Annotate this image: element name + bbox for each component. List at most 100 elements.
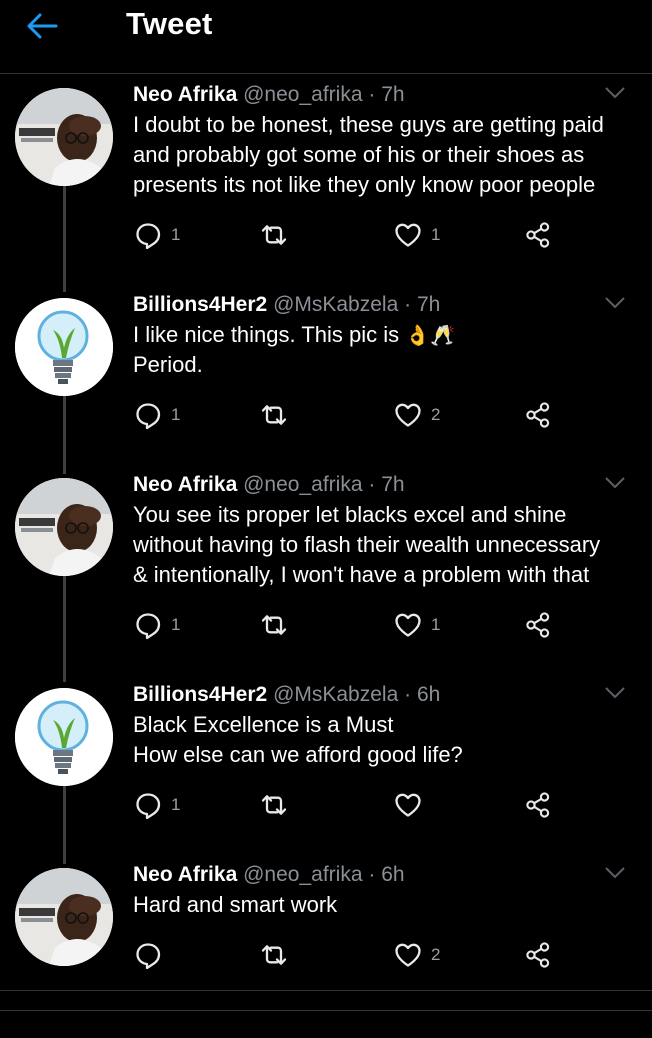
- heart-icon: [393, 610, 423, 640]
- separator-dot: ·: [368, 473, 376, 496]
- divider: [0, 990, 652, 991]
- retweet-button[interactable]: [259, 788, 289, 822]
- reply-button[interactable]: [133, 938, 171, 972]
- heart-icon: [393, 790, 423, 820]
- separator-dot: ·: [404, 293, 412, 316]
- reply-button[interactable]: 1: [133, 398, 180, 432]
- action-bar: 1 1: [133, 608, 633, 642]
- user-handle[interactable]: @neo_afrika: [243, 473, 362, 496]
- action-bar: 1: [133, 788, 633, 822]
- user-handle[interactable]: @MsKabzela: [273, 683, 398, 706]
- tweet-text: I like nice things. This pic is 👌🥂: [133, 320, 633, 350]
- separator-dot: ·: [368, 83, 376, 106]
- reply-button[interactable]: 1: [133, 788, 180, 822]
- action-bar: 1 1: [133, 218, 633, 252]
- page-title: Tweet: [126, 6, 213, 41]
- retweet-icon: [259, 400, 289, 430]
- tweet-meta: Neo Afrika @neo_afrika · 6h: [133, 860, 633, 890]
- tweet-content: Billions4Her2 @MsKabzela · 6h Black Exce…: [133, 680, 633, 770]
- tweet-content: Neo Afrika @neo_afrika · 6h Hard and sma…: [133, 860, 633, 920]
- tweet-content: Billions4Her2 @MsKabzela · 7h I like nic…: [133, 290, 633, 380]
- retweet-button[interactable]: [259, 398, 289, 432]
- timestamp: 7h: [381, 83, 405, 106]
- tweet-text-line: Period.: [133, 352, 203, 377]
- timestamp: 6h: [416, 683, 441, 706]
- tweet-meta: Neo Afrika @neo_afrika · 7h: [133, 80, 633, 110]
- reply-icon: [133, 940, 163, 970]
- chevron-down-icon[interactable]: [604, 686, 626, 700]
- back-arrow-icon[interactable]: [22, 6, 62, 46]
- share-button[interactable]: [523, 938, 553, 972]
- tweet[interactable]: Neo Afrika @neo_afrika · 7h I doubt to b…: [0, 80, 652, 280]
- timestamp: 6h: [381, 863, 405, 886]
- display-name[interactable]: Billions4Her2: [133, 683, 267, 706]
- reply-composer-bar[interactable]: [0, 1010, 652, 1038]
- heart-icon: [393, 940, 423, 970]
- share-button[interactable]: [523, 788, 553, 822]
- tweet-meta: Billions4Her2 @MsKabzela · 7h: [133, 290, 633, 320]
- reply-count: 1: [171, 405, 181, 424]
- like-button[interactable]: 1: [393, 608, 440, 642]
- chevron-down-icon[interactable]: [604, 866, 626, 880]
- tweet-content: Neo Afrika @neo_afrika · 7h You see its …: [133, 470, 633, 590]
- reply-icon: [133, 790, 163, 820]
- top-app-bar: Tweet: [0, 0, 652, 74]
- share-button[interactable]: [523, 398, 553, 432]
- avatar[interactable]: [15, 298, 113, 396]
- like-button[interactable]: 1: [393, 218, 440, 252]
- avatar[interactable]: [15, 478, 113, 576]
- heart-icon: [393, 220, 423, 250]
- chevron-down-icon[interactable]: [604, 296, 626, 310]
- retweet-icon: [259, 610, 289, 640]
- retweet-icon: [259, 940, 289, 970]
- reply-count: 1: [171, 225, 181, 244]
- retweet-button[interactable]: [259, 218, 289, 252]
- tweet-content: Neo Afrika @neo_afrika · 7h I doubt to b…: [133, 80, 633, 200]
- like-count: 1: [431, 225, 441, 244]
- tweet[interactable]: Billions4Her2 @MsKabzela · 6h Black Exce…: [0, 680, 652, 860]
- reply-icon: [133, 400, 163, 430]
- action-bar: 1 2: [133, 398, 633, 432]
- avatar[interactable]: [15, 868, 113, 966]
- separator-dot: ·: [368, 863, 376, 886]
- user-handle[interactable]: @neo_afrika: [243, 83, 362, 106]
- reply-button[interactable]: 1: [133, 608, 180, 642]
- timestamp: 7h: [381, 473, 405, 496]
- like-button[interactable]: 2: [393, 938, 440, 972]
- share-icon: [523, 400, 553, 430]
- retweet-button[interactable]: [259, 938, 289, 972]
- tweet-text: Hard and smart work: [133, 892, 338, 917]
- retweet-icon: [259, 220, 289, 250]
- tweet-text: You see its proper let blacks excel and …: [133, 502, 601, 587]
- display-name[interactable]: Neo Afrika: [133, 473, 237, 496]
- user-handle[interactable]: @neo_afrika: [243, 863, 362, 886]
- tweet[interactable]: Neo Afrika @neo_afrika · 7h You see its …: [0, 470, 652, 670]
- share-icon: [523, 940, 553, 970]
- separator-dot: ·: [404, 683, 412, 706]
- avatar[interactable]: [15, 688, 113, 786]
- action-bar: 2: [133, 938, 633, 972]
- like-count: 2: [431, 405, 441, 424]
- avatar[interactable]: [15, 88, 113, 186]
- share-button[interactable]: [523, 218, 553, 252]
- like-button[interactable]: 2: [393, 398, 440, 432]
- tweet[interactable]: Billions4Her2 @MsKabzela · 7h I like nic…: [0, 290, 652, 470]
- share-icon: [523, 220, 553, 250]
- display-name[interactable]: Billions4Her2: [133, 293, 267, 316]
- tweet-text-line: I like nice things. This pic is: [133, 322, 400, 347]
- user-handle[interactable]: @MsKabzela: [273, 293, 398, 316]
- like-button[interactable]: [393, 788, 431, 822]
- reply-icon: [133, 610, 163, 640]
- display-name[interactable]: Neo Afrika: [133, 863, 237, 886]
- chevron-down-icon[interactable]: [604, 86, 626, 100]
- retweet-button[interactable]: [259, 608, 289, 642]
- display-name[interactable]: Neo Afrika: [133, 83, 237, 106]
- share-icon: [523, 790, 553, 820]
- reply-button[interactable]: 1: [133, 218, 180, 252]
- chevron-down-icon[interactable]: [604, 476, 626, 490]
- share-icon: [523, 610, 553, 640]
- timestamp: 7h: [416, 293, 441, 316]
- share-button[interactable]: [523, 608, 553, 642]
- tweet[interactable]: Neo Afrika @neo_afrika · 6h Hard and sma…: [0, 860, 652, 990]
- tweet-text: Black Excellence is a Must How else can …: [133, 712, 463, 767]
